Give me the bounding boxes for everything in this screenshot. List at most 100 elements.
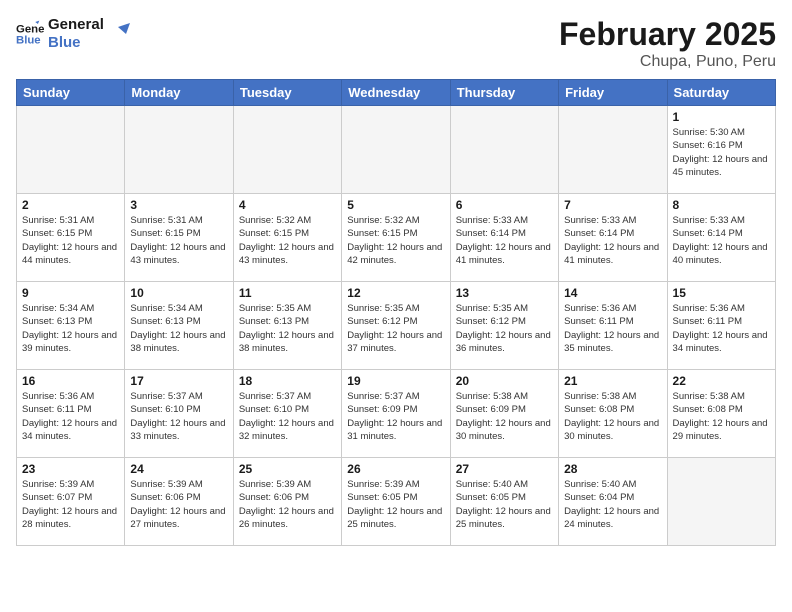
day-cell: 16Sunrise: 5:36 AM Sunset: 6:11 PM Dayli… [17, 370, 125, 458]
day-info: Sunrise: 5:40 AM Sunset: 6:04 PM Dayligh… [564, 478, 661, 531]
day-info: Sunrise: 5:31 AM Sunset: 6:15 PM Dayligh… [22, 214, 119, 267]
day-cell: 28 Sunrise: 5:40 AM Sunset: 6:04 PM Dayli… [559, 458, 667, 546]
day-cell: 21Sunrise: 5:38 AM Sunset: 6:08 PM Dayli… [559, 370, 667, 458]
col-header-sunday: Sunday [17, 80, 125, 106]
day-number: 10 [130, 286, 227, 300]
day-number: 3 [130, 198, 227, 212]
day-number: 27 [456, 462, 553, 476]
day-info: Sunrise: 5:30 AM Sunset: 6:16 PM Dayligh… [673, 126, 770, 179]
day-cell: 27 Sunrise: 5:40 AM Sunset: 6:05 PM Dayli… [450, 458, 558, 546]
day-cell: 1 Sunrise: 5:30 AM Sunset: 6:16 PM Daylig… [667, 106, 775, 194]
day-number: 8 [673, 198, 770, 212]
day-info: Sunrise: 5:33 AM Sunset: 6:14 PM Dayligh… [564, 214, 661, 267]
day-cell: 20 Sunrise: 5:38 AM Sunset: 6:09 PM Dayli… [450, 370, 558, 458]
day-cell: 14 Sunrise: 5:36 AM Sunset: 6:11 PM Dayli… [559, 282, 667, 370]
day-cell [559, 106, 667, 194]
logo-general: General [48, 16, 104, 34]
day-number: 9 [22, 286, 119, 300]
day-info: Sunrise: 5:34 AM Sunset: 6:13 PM Dayligh… [22, 302, 119, 355]
day-info: Sunrise: 5:36 AM Sunset: 6:11 PM Dayligh… [22, 390, 119, 443]
svg-text:Blue: Blue [16, 35, 41, 47]
col-header-tuesday: Tuesday [233, 80, 341, 106]
day-number: 25 [239, 462, 336, 476]
day-cell: 3 Sunrise: 5:31 AM Sunset: 6:15 PM Daylig… [125, 194, 233, 282]
day-info: Sunrise: 5:33 AM Sunset: 6:14 PM Dayligh… [673, 214, 770, 267]
page-header: General Blue General Blue February 2025 … [16, 16, 776, 71]
day-cell: 10 Sunrise: 5:34 AM Sunset: 6:13 PM Dayli… [125, 282, 233, 370]
svg-text:General: General [16, 23, 44, 35]
day-cell: 15 Sunrise: 5:36 AM Sunset: 6:11 PM Dayli… [667, 282, 775, 370]
day-cell [17, 106, 125, 194]
day-cell: 12 Sunrise: 5:35 AM Sunset: 6:12 PM Dayli… [342, 282, 450, 370]
day-number: 12 [347, 286, 444, 300]
day-info: Sunrise: 5:39 AM Sunset: 6:05 PM Dayligh… [347, 478, 444, 531]
day-info: Sunrise: 5:38 AM Sunset: 6:08 PM Dayligh… [673, 390, 770, 443]
day-number: 15 [673, 286, 770, 300]
day-number: 2 [22, 198, 119, 212]
day-cell: 25 Sunrise: 5:39 AM Sunset: 6:06 PM Dayli… [233, 458, 341, 546]
col-header-friday: Friday [559, 80, 667, 106]
day-number: 20 [456, 374, 553, 388]
calendar-title: February 2025 [559, 16, 776, 53]
logo-blue: Blue [48, 34, 104, 52]
week-row-2: 2 Sunrise: 5:31 AM Sunset: 6:15 PM Daylig… [17, 194, 776, 282]
day-cell: 9 Sunrise: 5:34 AM Sunset: 6:13 PM Daylig… [17, 282, 125, 370]
day-cell: 22 Sunrise: 5:38 AM Sunset: 6:08 PM Dayli… [667, 370, 775, 458]
day-info: Sunrise: 5:35 AM Sunset: 6:12 PM Dayligh… [347, 302, 444, 355]
day-number: 22 [673, 374, 770, 388]
day-cell: 2 Sunrise: 5:31 AM Sunset: 6:15 PM Daylig… [17, 194, 125, 282]
week-row-1: 1 Sunrise: 5:30 AM Sunset: 6:16 PM Daylig… [17, 106, 776, 194]
day-number: 4 [239, 198, 336, 212]
day-info: Sunrise: 5:37 AM Sunset: 6:09 PM Dayligh… [347, 390, 444, 443]
day-info: Sunrise: 5:35 AM Sunset: 6:13 PM Dayligh… [239, 302, 336, 355]
day-number: 17 [130, 374, 227, 388]
day-cell [342, 106, 450, 194]
day-cell: 19 Sunrise: 5:37 AM Sunset: 6:09 PM Dayli… [342, 370, 450, 458]
day-cell: 7Sunrise: 5:33 AM Sunset: 6:14 PM Daylig… [559, 194, 667, 282]
day-cell: 24 Sunrise: 5:39 AM Sunset: 6:06 PM Dayli… [125, 458, 233, 546]
title-block: February 2025 Chupa, Puno, Peru [559, 16, 776, 71]
day-info: Sunrise: 5:38 AM Sunset: 6:08 PM Dayligh… [564, 390, 661, 443]
week-row-5: 23 Sunrise: 5:39 AM Sunset: 6:07 PM Dayli… [17, 458, 776, 546]
day-info: Sunrise: 5:37 AM Sunset: 6:10 PM Dayligh… [239, 390, 336, 443]
day-cell: 6Sunrise: 5:33 AM Sunset: 6:14 PM Daylig… [450, 194, 558, 282]
day-number: 13 [456, 286, 553, 300]
day-info: Sunrise: 5:38 AM Sunset: 6:09 PM Dayligh… [456, 390, 553, 443]
day-info: Sunrise: 5:36 AM Sunset: 6:11 PM Dayligh… [564, 302, 661, 355]
day-cell: 13 Sunrise: 5:35 AM Sunset: 6:12 PM Dayli… [450, 282, 558, 370]
day-info: Sunrise: 5:40 AM Sunset: 6:05 PM Dayligh… [456, 478, 553, 531]
day-cell: 11 Sunrise: 5:35 AM Sunset: 6:13 PM Dayli… [233, 282, 341, 370]
day-number: 23 [22, 462, 119, 476]
day-cell: 4 Sunrise: 5:32 AM Sunset: 6:15 PM Daylig… [233, 194, 341, 282]
day-number: 24 [130, 462, 227, 476]
day-number: 11 [239, 286, 336, 300]
day-number: 28 [564, 462, 661, 476]
week-row-4: 16Sunrise: 5:36 AM Sunset: 6:11 PM Dayli… [17, 370, 776, 458]
day-info: Sunrise: 5:35 AM Sunset: 6:12 PM Dayligh… [456, 302, 553, 355]
day-number: 26 [347, 462, 444, 476]
day-cell [125, 106, 233, 194]
calendar-subtitle: Chupa, Puno, Peru [559, 53, 776, 71]
day-info: Sunrise: 5:32 AM Sunset: 6:15 PM Dayligh… [239, 214, 336, 267]
day-cell [450, 106, 558, 194]
day-cell: 23 Sunrise: 5:39 AM Sunset: 6:07 PM Dayli… [17, 458, 125, 546]
day-info: Sunrise: 5:31 AM Sunset: 6:15 PM Dayligh… [130, 214, 227, 267]
day-cell: 8 Sunrise: 5:33 AM Sunset: 6:14 PM Daylig… [667, 194, 775, 282]
day-info: Sunrise: 5:39 AM Sunset: 6:06 PM Dayligh… [239, 478, 336, 531]
day-cell [667, 458, 775, 546]
day-number: 1 [673, 110, 770, 124]
col-header-thursday: Thursday [450, 80, 558, 106]
day-info: Sunrise: 5:39 AM Sunset: 6:07 PM Dayligh… [22, 478, 119, 531]
day-info: Sunrise: 5:34 AM Sunset: 6:13 PM Dayligh… [130, 302, 227, 355]
day-number: 19 [347, 374, 444, 388]
day-number: 14 [564, 286, 661, 300]
day-number: 5 [347, 198, 444, 212]
day-info: Sunrise: 5:37 AM Sunset: 6:10 PM Dayligh… [130, 390, 227, 443]
day-cell [233, 106, 341, 194]
day-cell: 17 Sunrise: 5:37 AM Sunset: 6:10 PM Dayli… [125, 370, 233, 458]
day-cell: 26 Sunrise: 5:39 AM Sunset: 6:05 PM Dayli… [342, 458, 450, 546]
day-info: Sunrise: 5:39 AM Sunset: 6:06 PM Dayligh… [130, 478, 227, 531]
day-info: Sunrise: 5:33 AM Sunset: 6:14 PM Dayligh… [456, 214, 553, 267]
col-header-monday: Monday [125, 80, 233, 106]
day-info: Sunrise: 5:36 AM Sunset: 6:11 PM Dayligh… [673, 302, 770, 355]
